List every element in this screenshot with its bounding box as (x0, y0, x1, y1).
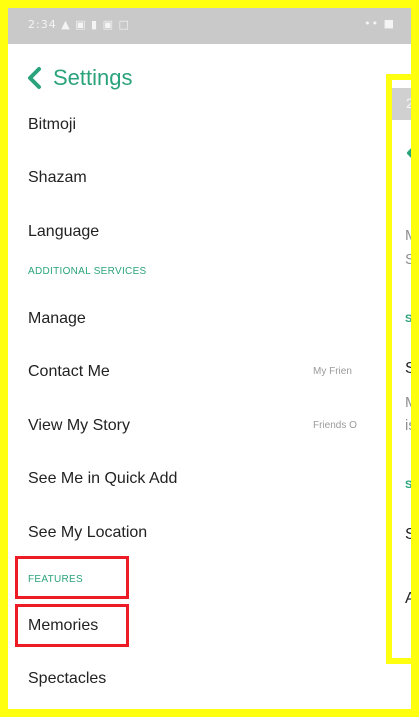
memories-highlight-box (15, 604, 129, 647)
settings-item-label: Manage (28, 310, 86, 327)
panel-status-text: 2 (406, 95, 414, 111)
settings-item-label: Contact Me (28, 363, 110, 380)
chevron-left-icon[interactable] (22, 65, 48, 91)
settings-item-label: See Me in Quick Add (28, 470, 178, 487)
panel-description-line-2: St (405, 251, 419, 268)
settings-item-bitmoji[interactable]: Bitmoji (8, 100, 368, 154)
panel-subtext-2: is U (405, 417, 416, 434)
chevron-left-icon[interactable] (402, 141, 419, 165)
settings-item-label: Spectacles (28, 670, 107, 687)
panel-subtext-1: Me (405, 394, 418, 411)
settings-item-label: Language (28, 223, 100, 240)
status-bar-right: •• ■ (364, 17, 395, 30)
status-bar: 2:34 ▲ ▣ ▮ ▣ □ •• ■ (8, 8, 411, 44)
settings-item-language[interactable]: Language (8, 207, 368, 261)
memories-settings-panel: 2 Me St STO Sm Me is U SAV Sa Au (386, 74, 419, 664)
settings-item-see-me-in-quick-add[interactable]: See Me in Quick Add (8, 454, 368, 508)
status-bar-left: 2:34 ▲ ▣ ▮ ▣ □ (28, 18, 130, 31)
panel-section-label-2: SAV (405, 479, 419, 491)
panel-status-bar: 2 (392, 88, 414, 120)
settings-item-label: View My Story (28, 417, 130, 434)
settings-item-value: Friends O (313, 420, 357, 431)
panel-description-line-1: Me (405, 227, 418, 244)
settings-item-manage[interactable]: Manage (8, 294, 368, 348)
panel-item-1[interactable]: Sm (405, 360, 411, 378)
settings-item-value: My Frien (313, 366, 352, 377)
panel-item-3[interactable]: Au (405, 590, 411, 608)
settings-item-label: Shazam (28, 169, 87, 186)
features-highlight-box (15, 556, 129, 599)
settings-item-view-my-story[interactable]: View My Story Friends O (8, 401, 368, 455)
settings-item-label: Bitmoji (28, 116, 77, 133)
settings-item-label: See My Location (28, 524, 148, 541)
screenshot-frame: 2:34 ▲ ▣ ▮ ▣ □ •• ■ Settings Bitmoji Sha… (0, 0, 419, 717)
panel-item-2[interactable]: Sa (405, 526, 411, 544)
settings-item-spectacles[interactable]: Spectacles (8, 654, 368, 708)
settings-item-shazam[interactable]: Shazam (8, 153, 368, 207)
page-title: Settings (53, 65, 133, 90)
settings-item-see-my-location[interactable]: See My Location (8, 508, 368, 562)
panel-section-label-1: STO (405, 313, 419, 325)
section-label: ADDITIONAL SERVICES (28, 266, 147, 277)
settings-header: Settings (8, 56, 368, 100)
settings-item-contact-me[interactable]: Contact Me My Frien (8, 347, 368, 401)
section-header-additional-services: ADDITIONAL SERVICES (8, 258, 368, 286)
